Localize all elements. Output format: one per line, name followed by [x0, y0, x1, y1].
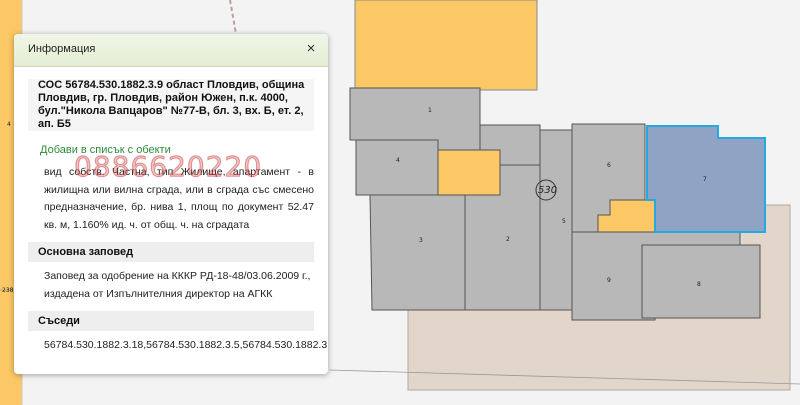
label-section-8: 8 — [697, 281, 701, 288]
label-section-3: 3 — [419, 237, 423, 244]
order-section-text: Заповед за одобрение на КККР РД-18-48/03… — [44, 270, 311, 300]
label-section-4: 4 — [396, 157, 400, 164]
info-panel: Информация × СОС 56784.530.1882.3.9 обла… — [14, 34, 328, 374]
label-section-6: 6 — [607, 162, 611, 169]
info-panel-body: СОС 56784.530.1882.3.9 област Пловдив, о… — [14, 67, 328, 374]
add-to-list-link[interactable]: Добави в списък с обекти — [40, 144, 328, 156]
section-8[interactable] — [641, 244, 761, 319]
object-description-text: вид собств. Частна, тип Жилище, апартаме… — [44, 166, 314, 231]
label-section-1: 1 — [428, 107, 432, 114]
label-section-9: 9 — [607, 277, 611, 284]
label-section-5: 5 — [562, 218, 566, 225]
label-parcel-530: 530 — [538, 185, 557, 196]
object-description: 0886620220 вид собств. Частна, тип Жилищ… — [44, 152, 314, 234]
object-title: СОС 56784.530.1882.3.9 област Пловдив, о… — [28, 79, 314, 131]
neighbors-section-heading: Съседи — [28, 311, 314, 331]
label-section-2: 2 — [506, 236, 510, 243]
order-section-heading: Основна заповед — [28, 242, 314, 262]
info-panel-header: Информация × — [14, 34, 328, 67]
top-orange-building[interactable] — [354, 0, 538, 91]
section-3[interactable] — [369, 194, 466, 311]
label-left-4: 4 — [7, 121, 11, 128]
close-button[interactable]: × — [302, 40, 320, 58]
neighbors-list: 56784.530.1882.3.18,56784.530.1882.3.5,5… — [44, 339, 328, 351]
section-4[interactable] — [355, 139, 439, 201]
label-section-7: 7 — [703, 176, 707, 183]
info-panel-title: Информация — [28, 43, 96, 55]
